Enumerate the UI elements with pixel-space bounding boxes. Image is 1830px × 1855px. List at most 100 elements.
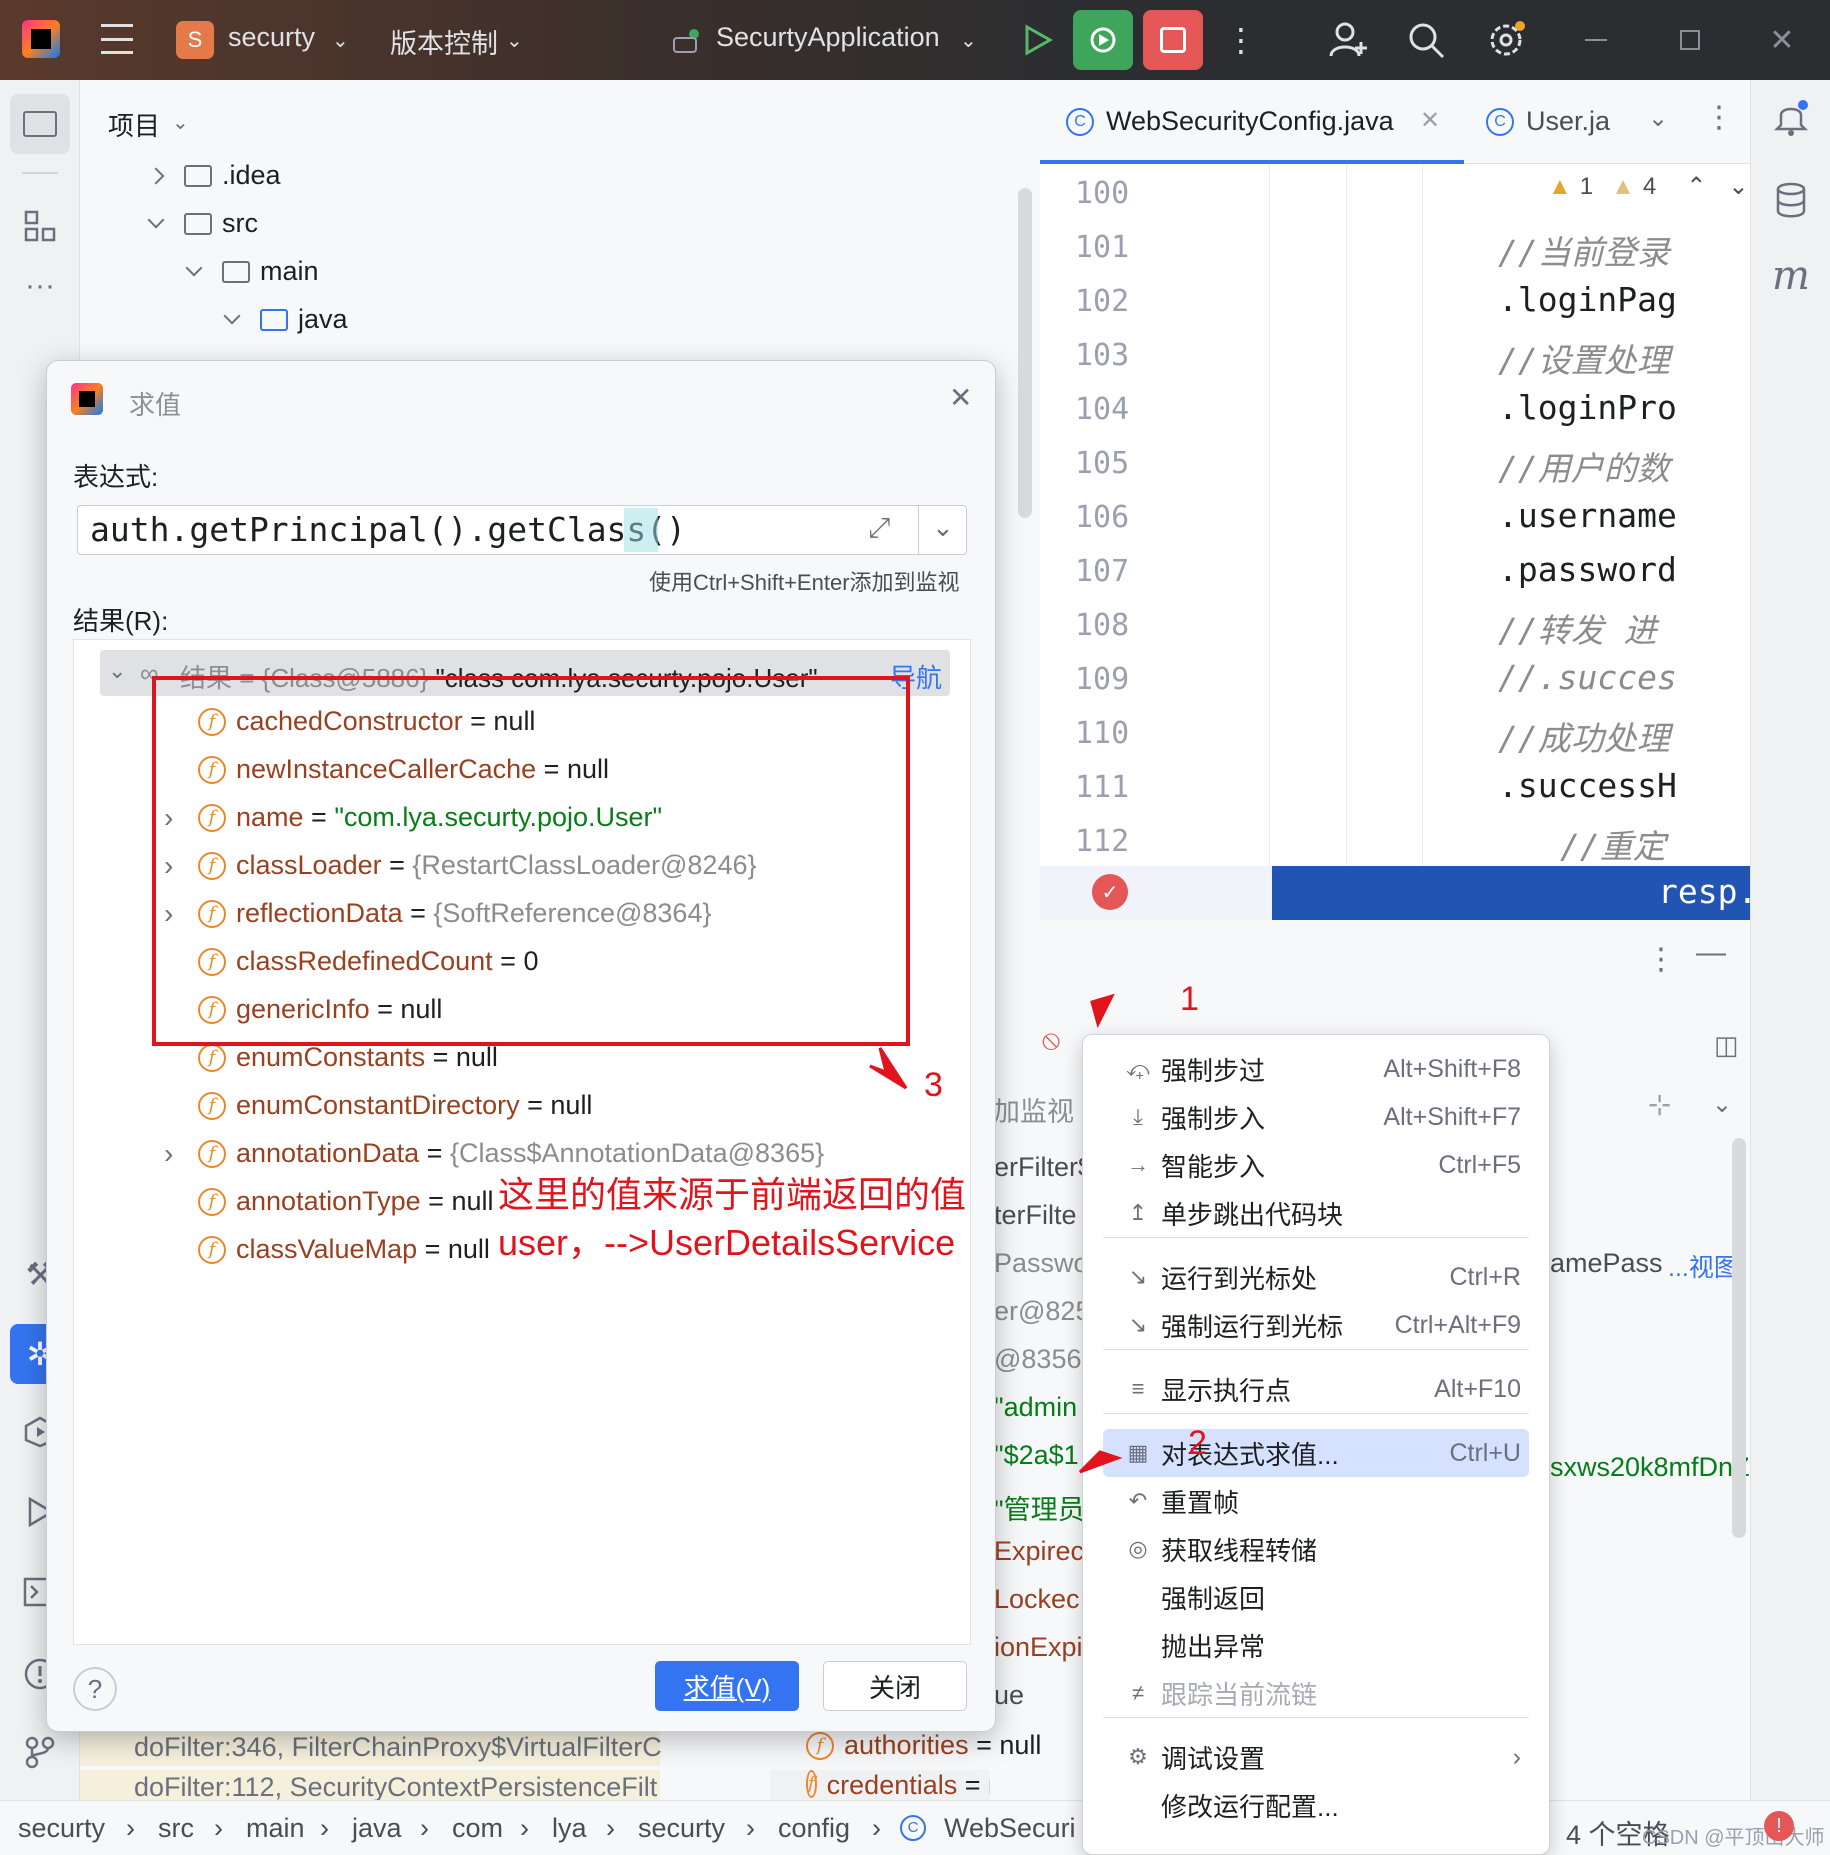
project-dropdown-icon[interactable]: ⌄ bbox=[332, 28, 349, 53]
menu-item[interactable]: ≡ 显示执行点 Alt+F10 bbox=[1083, 1365, 1549, 1413]
field-row[interactable]: › f annotationData = {Class$AnnotationData… bbox=[164, 1138, 824, 1169]
line-number[interactable]: 100 bbox=[1075, 176, 1155, 211]
breadcrumb-item[interactable]: securty bbox=[18, 1813, 105, 1844]
line-number[interactable]: 112 bbox=[1075, 824, 1155, 859]
main-menu-icon[interactable] bbox=[100, 24, 134, 54]
expand-editor-icon[interactable]: ⤢ bbox=[868, 512, 890, 545]
database-icon[interactable] bbox=[1769, 178, 1813, 222]
frame-row[interactable]: doFilter:112, SecurityContextPersistence… bbox=[80, 1770, 660, 1800]
menu-item[interactable]: ◎ 获取线程转储 bbox=[1083, 1525, 1549, 1573]
error-indicator-icon[interactable]: ! bbox=[1764, 1811, 1794, 1841]
debugger-more-icon[interactable]: ⋮ bbox=[1646, 942, 1676, 977]
prev-highlight-icon[interactable]: ⌃ bbox=[1686, 172, 1706, 201]
line-number[interactable]: 107 bbox=[1075, 554, 1155, 589]
git-branch-icon[interactable] bbox=[18, 1730, 62, 1774]
line-number[interactable]: 104 bbox=[1075, 392, 1155, 427]
project-folder-icon[interactable] bbox=[10, 94, 70, 154]
menu-item[interactable]: ▦ 对表达式求值... Ctrl+U bbox=[1103, 1429, 1529, 1477]
tree-item-src[interactable]: src bbox=[147, 208, 258, 239]
maven-icon[interactable]: m bbox=[1769, 253, 1813, 299]
dialog-close-icon[interactable]: ✕ bbox=[949, 381, 972, 414]
mute-breakpoints-icon[interactable]: ⦸ bbox=[1042, 1024, 1060, 1057]
run-config-selector[interactable]: SecurtyApplication bbox=[716, 22, 940, 53]
tree-item-main[interactable]: main bbox=[185, 256, 319, 287]
expression-input[interactable]: auth.getPrincipal().getClass() ⤢ ⌄ bbox=[77, 505, 967, 555]
menu-item[interactable]: → 智能步入 Ctrl+F5 bbox=[1083, 1141, 1549, 1189]
evaluate-button[interactable]: 求值(V) bbox=[655, 1661, 799, 1711]
breadcrumb-item[interactable]: com bbox=[452, 1813, 503, 1844]
inspection-widget[interactable]: ▲ 1 ▲ 4 ⌃ ⌄ bbox=[1548, 172, 1748, 201]
next-highlight-icon[interactable]: ⌄ bbox=[1728, 172, 1748, 201]
line-number[interactable]: 106 bbox=[1075, 500, 1155, 535]
maximize-icon[interactable] bbox=[1670, 20, 1710, 60]
chevron-right-icon[interactable]: › bbox=[164, 1138, 173, 1170]
chevron-down-icon[interactable]: ⌄ bbox=[108, 658, 126, 684]
structure-icon[interactable] bbox=[18, 204, 62, 248]
intellij-logo-icon[interactable] bbox=[22, 20, 60, 58]
menu-item[interactable]: ↘ 强制运行到光标 Ctrl+Alt+F9 bbox=[1083, 1301, 1549, 1349]
tabs-dropdown-icon[interactable]: ⌄ bbox=[1648, 104, 1668, 133]
field-row[interactable]: f classValueMap = null bbox=[198, 1234, 490, 1265]
close-button[interactable]: 关闭 bbox=[823, 1661, 967, 1711]
line-number[interactable]: 103 bbox=[1075, 338, 1155, 373]
menu-item[interactable]: 修改运行配置... bbox=[1083, 1781, 1549, 1829]
layout-icon[interactable]: ◫ bbox=[1714, 1030, 1739, 1061]
line-number[interactable]: 102 bbox=[1075, 284, 1155, 319]
notifications-bell-icon[interactable] bbox=[1769, 96, 1813, 140]
more-tools-icon[interactable]: ··· bbox=[18, 264, 62, 308]
variable-row[interactable]: f credentials = null bbox=[770, 1770, 990, 1800]
close-tab-icon[interactable]: ✕ bbox=[1420, 106, 1440, 135]
field-row[interactable]: f enumConstants = null bbox=[198, 1042, 498, 1073]
breadcrumb-item[interactable]: lya bbox=[552, 1813, 587, 1844]
menu-item[interactable]: ⤽ 强制步过 Alt+Shift+F8 bbox=[1083, 1045, 1549, 1093]
menu-item[interactable]: ↘ 运行到光标处 Ctrl+R bbox=[1083, 1253, 1549, 1301]
chevron-down-icon[interactable] bbox=[223, 307, 241, 324]
run-icon[interactable] bbox=[1018, 20, 1058, 60]
watch-dropdown-icon[interactable]: ⌄ bbox=[1712, 1090, 1732, 1119]
line-number[interactable]: 105 bbox=[1075, 446, 1155, 481]
chevron-down-icon[interactable] bbox=[147, 211, 165, 228]
breadcrumb-item[interactable]: java bbox=[352, 1813, 402, 1844]
history-dropdown-icon[interactable]: ⌄ bbox=[932, 512, 954, 543]
project-panel-title[interactable]: 项目 bbox=[108, 106, 160, 143]
line-number[interactable]: 110 bbox=[1075, 716, 1155, 751]
line-number[interactable]: 101 bbox=[1075, 230, 1155, 265]
field-row[interactable]: f annotationType = null bbox=[198, 1186, 493, 1217]
tree-item-java[interactable]: java bbox=[223, 304, 348, 335]
project-scrollbar[interactable] bbox=[1018, 188, 1032, 518]
close-window-icon[interactable]: ✕ bbox=[1762, 20, 1802, 60]
settings-gear-icon[interactable] bbox=[1484, 18, 1528, 62]
menu-item[interactable]: ⚙ 调试设置 › bbox=[1083, 1733, 1549, 1781]
breadcrumb-item[interactable]: main bbox=[246, 1813, 305, 1844]
more-actions-icon[interactable]: ⋮ bbox=[1225, 20, 1257, 60]
vcs-menu[interactable]: 版本控制 bbox=[390, 22, 498, 61]
project-avatar[interactable]: S bbox=[176, 21, 214, 59]
menu-item[interactable]: 抛出异常 bbox=[1083, 1621, 1549, 1669]
debugger-scrollbar[interactable] bbox=[1732, 1138, 1746, 1538]
rerun-debug-button[interactable] bbox=[1073, 10, 1133, 70]
line-number[interactable]: 111 bbox=[1075, 770, 1155, 805]
project-panel-dropdown-icon[interactable]: ⌄ bbox=[172, 110, 189, 135]
tree-item-idea[interactable]: .idea bbox=[147, 160, 281, 191]
chevron-down-icon[interactable] bbox=[185, 259, 203, 276]
menu-item[interactable]: ↥ 单步跳出代码块 bbox=[1083, 1189, 1549, 1237]
help-button[interactable]: ? bbox=[73, 1667, 117, 1711]
field-row[interactable]: f enumConstantDirectory = null bbox=[198, 1090, 592, 1121]
vcs-dropdown-icon[interactable]: ⌄ bbox=[506, 28, 523, 53]
variable-row[interactable]: f authorities = null bbox=[806, 1730, 1041, 1761]
add-watch-icon[interactable]: ⊹ bbox=[1648, 1088, 1671, 1121]
breadcrumb-item[interactable]: src bbox=[158, 1813, 194, 1844]
line-number[interactable]: 109 bbox=[1075, 662, 1155, 697]
tab-websecurityconfig[interactable]: C WebSecurityConfig.java ✕ bbox=[1040, 80, 1464, 164]
tab-more-icon[interactable]: ⋮ bbox=[1704, 100, 1734, 135]
debugger-minimize-icon[interactable]: — bbox=[1696, 936, 1726, 970]
breadcrumb-item[interactable]: securty bbox=[638, 1813, 725, 1844]
search-icon[interactable] bbox=[1404, 18, 1448, 62]
chevron-right-icon[interactable] bbox=[147, 167, 165, 184]
stop-button[interactable] bbox=[1143, 10, 1203, 70]
view-link[interactable]: ...视图 bbox=[1668, 1248, 1739, 1284]
menu-item[interactable]: ⤓ 强制步入 Alt+Shift+F7 bbox=[1083, 1093, 1549, 1141]
breakpoint-icon[interactable]: ✓ bbox=[1092, 874, 1128, 910]
minimize-icon[interactable] bbox=[1576, 20, 1616, 60]
menu-item[interactable]: 强制返回 bbox=[1083, 1573, 1549, 1621]
